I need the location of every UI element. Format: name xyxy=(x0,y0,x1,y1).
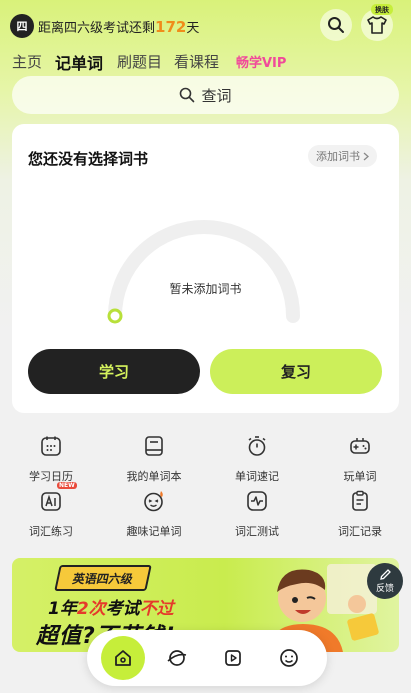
skin-tag: 换肤 xyxy=(371,4,393,15)
pencil-icon xyxy=(379,569,391,580)
grid-label: 单词速记 xyxy=(235,470,279,483)
grid-fun-words[interactable]: 趣味记单词 xyxy=(104,489,204,539)
smile-icon xyxy=(280,649,298,667)
search-button[interactable] xyxy=(320,9,352,41)
feedback-button[interactable]: 反馈 xyxy=(367,563,403,599)
banner-part: 2次 xyxy=(76,599,106,619)
grid-label: 趣味记单词 xyxy=(126,525,182,538)
tab-home[interactable]: 主页 xyxy=(12,51,42,72)
stopwatch-icon xyxy=(248,436,266,456)
grid-label: 词汇测试 xyxy=(235,525,279,538)
add-book-button[interactable]: 添加词书 xyxy=(308,145,377,167)
gamepad-icon xyxy=(350,438,370,454)
review-button[interactable]: 复习 xyxy=(210,349,382,394)
banner-headline: 1年2次考试不过 xyxy=(48,594,174,619)
grid-label: 我的单词本 xyxy=(126,470,182,483)
cet-badge-text: 四 xyxy=(16,20,28,33)
grid-play-words[interactable]: 玩单词 xyxy=(310,434,410,484)
banner-tag: 英语四六级 xyxy=(54,565,152,591)
nav-profile[interactable] xyxy=(269,638,309,678)
banner-part: 不过 xyxy=(139,599,174,619)
search-icon xyxy=(328,17,344,33)
grid-label: 词汇练习 xyxy=(29,525,73,538)
grid-vocab-practice[interactable]: NEW 词汇练习 xyxy=(1,482,101,539)
chevron-right-icon xyxy=(363,152,369,160)
new-tag: NEW xyxy=(57,482,77,489)
calendar-icon xyxy=(41,436,61,456)
grid-vocab-record[interactable]: 词汇记录 xyxy=(310,489,410,539)
bottom-nav xyxy=(87,630,327,686)
cet-badge: 四 xyxy=(10,14,34,38)
tab-courses[interactable]: 看课程 xyxy=(174,51,219,72)
nav-home[interactable] xyxy=(101,636,145,680)
word-search-bar[interactable]: 查词 xyxy=(12,76,399,114)
test-pulse-icon xyxy=(247,491,267,511)
banner-part: 1年 xyxy=(48,599,77,619)
nav-video[interactable] xyxy=(213,638,253,678)
ai-practice-icon xyxy=(41,492,61,511)
planet-icon xyxy=(167,650,187,666)
grid-label: 学习日历 xyxy=(29,470,73,483)
banner-part: 考试 xyxy=(105,599,140,619)
grid-study-calendar[interactable]: 学习日历 xyxy=(1,434,101,484)
tab-vip[interactable]: 畅学VIP xyxy=(236,52,286,71)
clipboard-icon xyxy=(352,490,368,511)
wordbook-card: 您还没有选择词书 添加词书 暂未添加词书 学习 复习 xyxy=(12,124,399,413)
fun-face-icon xyxy=(144,491,163,512)
tab-vocabulary[interactable]: 记单词 xyxy=(55,50,103,74)
progress-marker xyxy=(107,308,123,324)
add-book-label: 添加词书 xyxy=(316,150,360,163)
feedback-label: 反馈 xyxy=(375,584,394,594)
search-placeholder: 查词 xyxy=(201,86,232,105)
card-title: 您还没有选择词书 xyxy=(28,150,149,168)
search-icon xyxy=(180,87,195,103)
countdown-prefix: 距离四六级考试还剩 xyxy=(38,21,156,36)
wordbook-icon xyxy=(145,436,163,456)
exam-countdown: 距离四六级考试还剩172天 xyxy=(38,17,199,36)
video-icon xyxy=(225,650,241,666)
grid-word-speed[interactable]: 单词速记 xyxy=(207,434,307,484)
home-icon xyxy=(115,650,131,666)
tshirt-icon xyxy=(367,16,387,34)
nav-planet[interactable] xyxy=(157,638,197,678)
grid-label: 玩单词 xyxy=(343,470,377,483)
empty-wordbook-text: 暂未添加词书 xyxy=(169,282,242,296)
tab-practice[interactable]: 刷题目 xyxy=(117,51,162,72)
grid-label: 词汇记录 xyxy=(338,525,382,538)
grid-my-wordbook[interactable]: 我的单词本 xyxy=(104,434,204,484)
progress-gauge xyxy=(107,220,300,324)
learn-button[interactable]: 学习 xyxy=(28,349,200,394)
countdown-days: 172 xyxy=(155,18,187,36)
countdown-suffix: 天 xyxy=(186,21,200,36)
grid-vocab-test[interactable]: 词汇测试 xyxy=(207,489,307,539)
